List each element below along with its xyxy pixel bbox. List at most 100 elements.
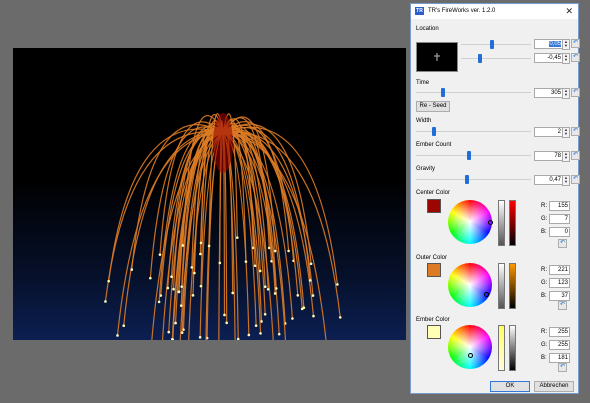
ember-color-wheel[interactable] [448,325,492,369]
reseed-button[interactable]: Re - Seed [416,101,450,112]
gravity-input[interactable]: 0,47 [534,175,563,185]
location-x-input[interactable]: 0,05 [534,39,563,49]
outer-value-bar[interactable] [509,263,516,309]
time-input[interactable]: 305 [534,88,563,98]
gravity-slider-track[interactable] [416,179,531,180]
center-color-wheel[interactable] [448,200,492,244]
ember-count-slider-track[interactable] [416,155,531,156]
width-spinner[interactable]: ▲ ▼ [562,127,570,138]
ember-r-input[interactable]: 255 [549,327,570,337]
outer-color-reset-icon[interactable]: ↶ [558,301,567,310]
ember-g-label: G: [541,342,548,348]
center-r-input[interactable]: 155 [549,201,570,211]
time-slider-thumb[interactable] [441,88,445,97]
firework-ember [199,241,203,245]
center-r-label: R: [541,203,547,209]
time-slider-track[interactable] [416,92,531,93]
firework-ember [107,279,111,283]
outer-r-input[interactable]: 221 [549,265,570,275]
center-value-bar[interactable] [509,200,516,246]
firework-ember [236,236,239,239]
width-reset-icon[interactable]: ↶ [571,127,580,136]
center-color-reset-icon[interactable]: ↶ [558,239,567,248]
firework-ember [259,332,262,335]
location-y-input[interactable]: -0,45 [534,53,563,63]
outer-g-label: G: [541,280,548,286]
location-y-slider-track[interactable] [461,58,531,59]
firework-ember [181,244,185,247]
outer-g-input[interactable]: 123 [549,278,570,288]
location-x-slider-thumb[interactable] [490,40,494,49]
location-label: Location [416,26,439,32]
center-g-input[interactable]: 7 [549,214,570,224]
location-x-spinner[interactable]: ▲ ▼ [562,39,570,50]
ember-color-reset-icon[interactable]: ↶ [558,363,567,372]
firework-ember [157,300,161,304]
firework-ember [236,337,240,340]
time-reset-icon[interactable]: ↶ [571,88,580,97]
firework-ember [231,291,235,295]
firework-ember [174,321,177,325]
ember-count-slider-thumb[interactable] [467,151,471,160]
outer-b-input[interactable]: 37 [549,291,570,301]
fireworks-canvas [13,48,406,340]
close-icon[interactable]: ✕ [565,6,573,16]
ember-count-spinner[interactable]: ▲ ▼ [562,151,570,162]
location-x-slider-track[interactable] [461,44,531,45]
firework-ember [180,331,184,334]
ember-r-label: R: [541,329,547,335]
firework-ember [263,312,267,316]
firework-ember [198,336,202,339]
width-slider-thumb[interactable] [432,127,436,136]
firework-ember [122,324,126,327]
gravity-slider-thumb[interactable] [465,175,469,184]
time-spinner[interactable]: ▲ ▼ [562,88,570,99]
outer-brightness-bar[interactable] [498,263,505,309]
location-y-slider-thumb[interactable] [478,54,482,63]
firework-ember [336,283,339,286]
time-label: Time [416,80,430,86]
firework-ember [273,292,277,295]
ember-color-label: Ember Color [416,317,450,323]
center-color-wheel-marker[interactable] [488,220,493,225]
ok-button[interactable]: OK [490,381,530,392]
firework-ember [266,287,270,291]
firework-ember [199,252,202,256]
center-brightness-bar[interactable] [498,200,505,246]
ember-value-bar[interactable] [509,325,516,371]
gravity-spinner[interactable]: ▲ ▼ [562,175,570,186]
firework-ember [302,306,306,310]
firework-ember [247,333,251,337]
firework-core [213,113,233,173]
outer-color-wheel[interactable] [448,263,492,307]
ember-b-input[interactable]: 181 [549,353,570,363]
firework-ember [311,294,315,297]
center-g-label: G: [541,216,548,222]
firework-ember [177,290,181,294]
outer-color-swatch[interactable] [427,263,441,277]
location-x-reset-icon[interactable]: ↶ [571,39,580,48]
cancel-button[interactable]: Abbrechen [534,381,574,392]
ember-brightness-bar[interactable] [498,325,505,371]
firework-ember [277,332,281,336]
firework-ember [207,244,211,248]
fireworks-dialog: TR TR's FireWorks ver. 1.2.0 ✕ Location … [410,3,580,394]
firework-ember [193,271,196,275]
ember-count-input[interactable]: 78 [534,151,563,161]
center-b-label: B: [541,229,547,235]
ember-color-wheel-marker[interactable] [468,353,473,358]
ember-g-input[interactable]: 255 [549,340,570,350]
outer-color-wheel-marker[interactable] [484,292,489,297]
center-color-swatch[interactable] [427,199,441,213]
ember-color-swatch[interactable] [427,325,441,339]
center-b-input[interactable]: 0 [549,227,570,237]
firework-ember [158,253,162,256]
firework-ember [167,330,171,334]
width-input[interactable]: 2 [534,127,563,137]
ember-count-reset-icon[interactable]: ↶ [571,151,580,160]
gravity-reset-icon[interactable]: ↶ [571,175,580,184]
firework-ember [218,261,222,265]
firework-ember [258,269,262,273]
location-y-reset-icon[interactable]: ↶ [571,53,580,62]
location-y-spinner[interactable]: ▲ ▼ [562,53,570,64]
